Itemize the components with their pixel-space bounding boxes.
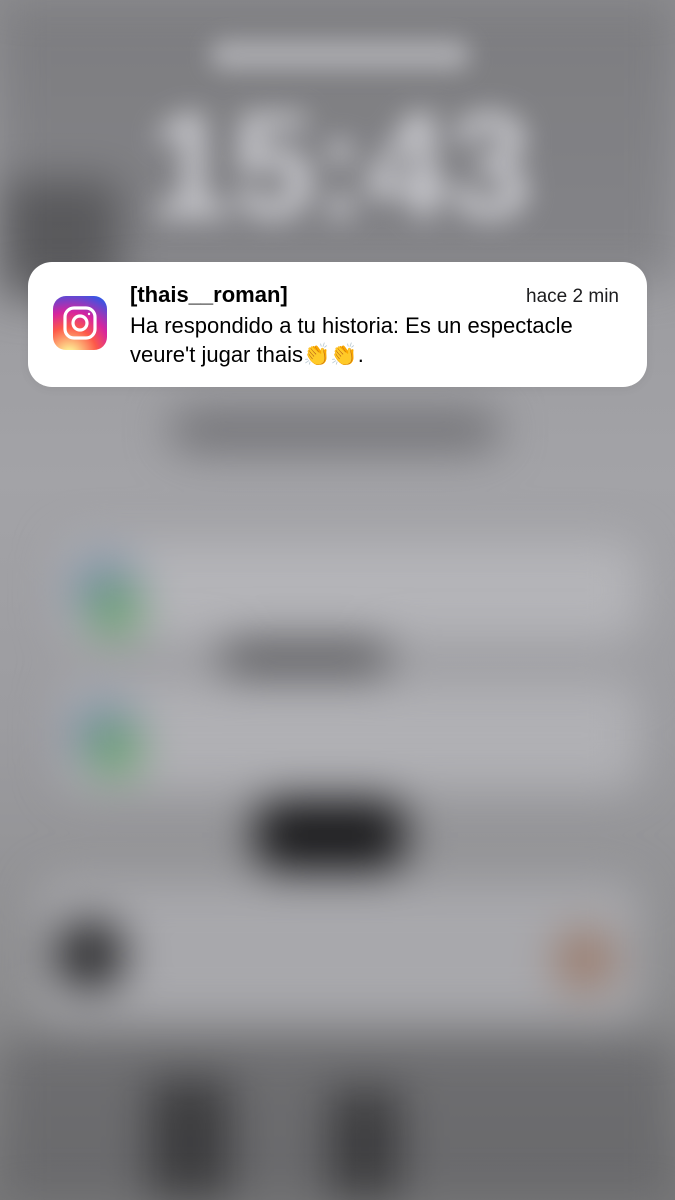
lockscreen-clock: 15:43 [148,81,532,249]
notification-time: hace 2 min [526,286,619,307]
blurred-date [210,40,470,70]
instagram-icon [53,296,107,350]
notification-sender: [thais__roman] [130,282,288,307]
notification-message: Ha respondido a tu historia: Es un espec… [130,313,573,367]
instagram-notification[interactable]: [thais__roman] hace 2 min Ha respondido … [28,262,647,387]
